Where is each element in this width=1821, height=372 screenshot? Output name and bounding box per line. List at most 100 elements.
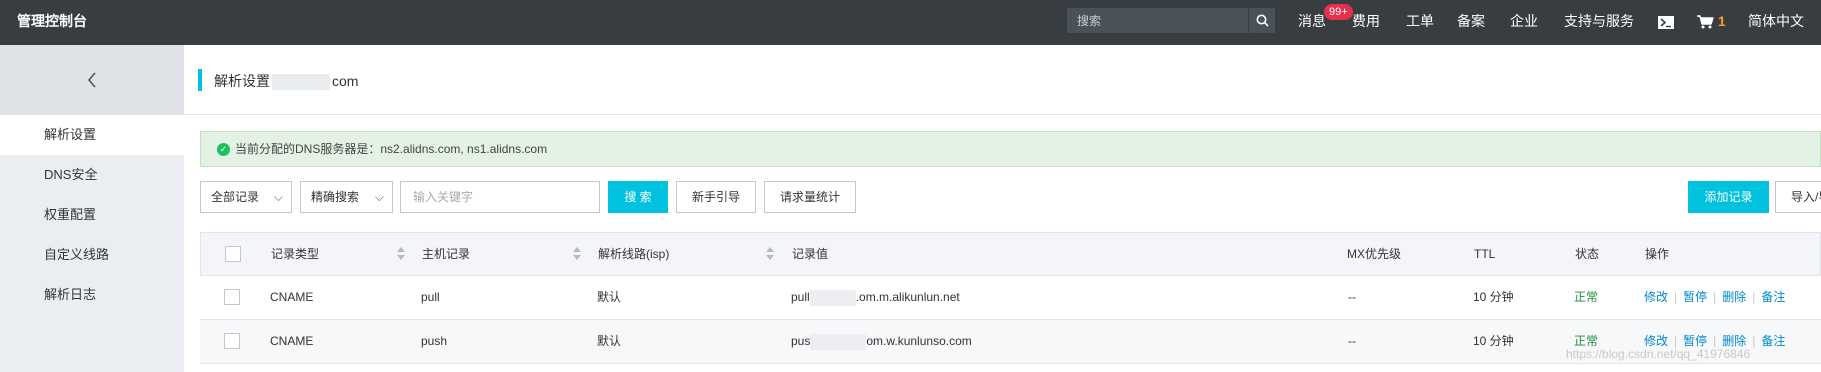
terminal-icon [1658,15,1674,29]
action-separator: | [1752,334,1756,348]
resolution-line: 默认 [597,334,622,348]
watermark-text: https://blog.csdn.net/qq_41976846 [1566,347,1751,361]
record-value: pus om.w.kunlunso.com [791,320,972,363]
nav-tickets[interactable]: 工单 [1406,0,1434,42]
action-separator: | [1674,334,1678,348]
nav-messages[interactable]: 消息 [1298,0,1326,42]
record-value-suffix: om.w.kunlunso.com [866,334,972,348]
page-title: 解析设置 com [214,45,358,117]
pause-link[interactable]: 暂停 [1683,334,1707,348]
dns-server-notice: ✓ 当前分配的DNS服务器是：ns2.alidns.com, ns1.alidn… [200,131,1821,167]
beginner-guide-button[interactable]: 新手引导 [676,181,756,213]
edit-link[interactable]: 修改 [1644,290,1668,304]
record-value-prefix: pus [791,334,811,348]
search-icon [1256,14,1269,27]
column-header-mx: MX优先级 [1347,247,1402,261]
nav-billing[interactable]: 费用 [1352,0,1380,42]
page-title-suffix: com [332,73,359,89]
search-mode-value: 精确搜索 [311,190,360,204]
top-navigation-bar: 管理控制台 消息 99+ 费用 工单 备案 企业 支持与服务 1 简体中文 [0,0,1821,45]
row-actions: 修改 | 暂停 | 删除 | 备注 [1644,276,1785,319]
check-circle-icon: ✓ [217,143,230,156]
column-header-actions: 操作 [1645,247,1670,261]
sidebar-item-weight-config[interactable]: 权重配置 [0,195,184,235]
nav-filing[interactable]: 备案 [1457,0,1485,42]
import-export-button[interactable]: 导入/导 [1775,181,1821,213]
row-checkbox[interactable] [224,333,240,349]
keyword-input[interactable] [400,181,600,213]
redacted-domain [272,74,330,91]
search-button[interactable] [1248,8,1275,33]
column-header-status: 状态 [1575,247,1600,261]
action-separator: | [1713,334,1717,348]
edit-link[interactable]: 修改 [1644,334,1668,348]
action-separator: | [1674,290,1678,304]
console-brand[interactable]: 管理控制台 [17,0,87,42]
back-button[interactable] [0,45,184,115]
sidebar-item-dns-settings[interactable]: 解析设置 [0,115,184,155]
column-header-host: 主机记录 [422,247,471,261]
record-filter-select[interactable]: 全部记录 ⌵ [200,181,292,213]
shopping-cart-icon [1697,15,1714,29]
column-header-type: 记录类型 [271,247,320,261]
select-all-checkbox[interactable] [225,246,241,262]
chevron-down-icon: ⌵ [273,190,283,204]
mx-priority: -- [1348,334,1356,348]
sidebar-item-dns-logs[interactable]: 解析日志 [0,275,184,315]
pause-link[interactable]: 暂停 [1683,290,1707,304]
row-checkbox[interactable] [224,289,240,305]
page-header: 解析设置 com [184,45,1821,115]
redacted-value [810,333,867,350]
note-link[interactable]: 备注 [1761,290,1785,304]
column-header-line: 解析线路(isp) [598,247,670,261]
cart-count: 1 [1717,13,1726,29]
search-records-button[interactable]: 搜 索 [608,181,668,213]
record-value: pull .om.m.alikunlun.net [791,276,960,319]
table-row: CNAME pull 默认 pull .om.m.alikunlun.net --… [200,276,1821,320]
page-title-prefix: 解析设置 [214,73,270,89]
search-mode-select[interactable]: 精确搜索 ⌵ [300,181,393,213]
delete-link[interactable]: 删除 [1722,334,1746,348]
sort-type-icon[interactable] [397,247,405,261]
messages-badge: 99+ [1324,4,1353,20]
cloud-shell-button[interactable] [1658,0,1674,42]
title-accent-bar [198,69,202,91]
request-stats-button[interactable]: 请求量统计 [764,181,856,213]
language-switch[interactable]: 简体中文 [1748,0,1804,42]
redacted-value [809,289,856,306]
ttl-value: 10 分钟 [1473,290,1514,304]
sort-host-icon[interactable] [573,247,581,261]
main-content: 解析设置 com ✓ 当前分配的DNS服务器是：ns2.alidns.com, n… [184,45,1821,372]
record-filter-value: 全部记录 [211,190,260,204]
column-header-value: 记录值 [792,247,829,261]
note-link[interactable]: 备注 [1761,334,1785,348]
record-value-prefix: pull [791,290,810,304]
sidebar-item-dns-security[interactable]: DNS安全 [0,155,184,195]
sidebar-item-custom-lines[interactable]: 自定义线路 [0,235,184,275]
ttl-value: 10 分钟 [1473,334,1514,348]
column-header-ttl: TTL [1474,247,1496,261]
mx-priority: -- [1348,290,1356,304]
nav-enterprise[interactable]: 企业 [1510,0,1538,42]
status-badge: 正常 [1574,290,1599,304]
sort-line-icon[interactable] [766,247,774,261]
host-record: push [421,334,448,348]
action-separator: | [1713,290,1717,304]
global-search [1067,8,1275,33]
cart-button[interactable]: 1 [1697,0,1726,42]
dns-server-notice-text: 当前分配的DNS服务器是：ns2.alidns.com, ns1.alidns.… [235,142,548,156]
host-record: pull [421,290,440,304]
delete-link[interactable]: 删除 [1722,290,1746,304]
record-value-suffix: .om.m.alikunlun.net [855,290,960,304]
add-record-button[interactable]: 添加记录 [1688,181,1769,213]
record-type: CNAME [270,290,314,304]
chevron-down-icon: ⌵ [374,190,384,204]
record-type: CNAME [270,334,314,348]
nav-support[interactable]: 支持与服务 [1564,0,1634,42]
action-separator: | [1752,290,1756,304]
table-header: 记录类型 主机记录 解析线路(isp) 记录值 MX优先级 TTL 状态 操作 [200,232,1821,276]
global-search-input[interactable] [1067,8,1248,33]
left-sidebar: 解析设置 DNS安全 权重配置 自定义线路 解析日志 [0,45,184,372]
resolution-line: 默认 [597,290,622,304]
chevron-left-icon [87,72,96,88]
